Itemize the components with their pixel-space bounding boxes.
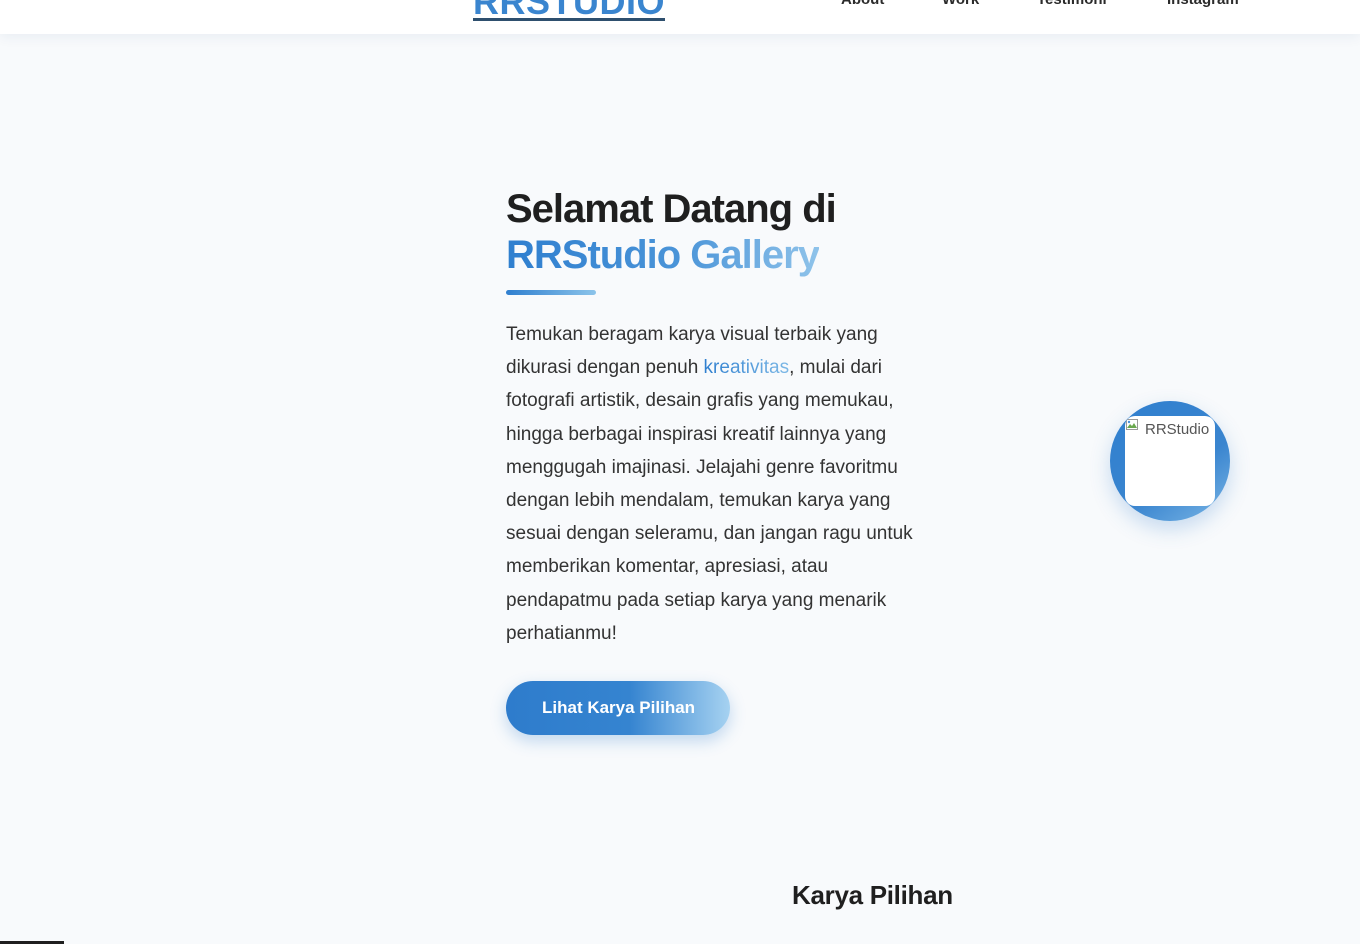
avatar-image: RRStudio [1125, 416, 1215, 506]
avatar-ring: RRStudio [1110, 401, 1230, 521]
hero-desc-after: , mulai dari fotografi artistik, desain … [506, 357, 913, 644]
featured-works-heading: Karya Pilihan [792, 880, 953, 910]
navbar: RRSTUDIO About Work Testimoni Instagram [0, 0, 1360, 34]
hero-description: Temukan beragam karya visual terbaik yan… [506, 318, 926, 650]
nav-link-work[interactable]: Work [942, 0, 979, 8]
title-underline-divider [506, 290, 596, 295]
hero-title-line1: Selamat Datang di [506, 187, 837, 231]
view-featured-works-button[interactable]: Lihat Karya Pilihan [506, 681, 730, 735]
nav-link-instagram[interactable]: Instagram [1167, 0, 1239, 8]
nav-link-testimoni[interactable]: Testimoni [1037, 0, 1107, 8]
hero-title: Selamat Datang di RRStudio Gallery [506, 186, 837, 278]
hero-desc-highlight: kreativitas [703, 357, 790, 379]
hero-title-line2: RRStudio Gallery [506, 233, 820, 277]
brand-logo-link[interactable]: RRSTUDIO [473, 0, 665, 20]
broken-image-icon [1126, 419, 1138, 430]
nav-link-about[interactable]: About [841, 0, 884, 8]
avatar-alt-text: RRStudio [1145, 421, 1210, 438]
